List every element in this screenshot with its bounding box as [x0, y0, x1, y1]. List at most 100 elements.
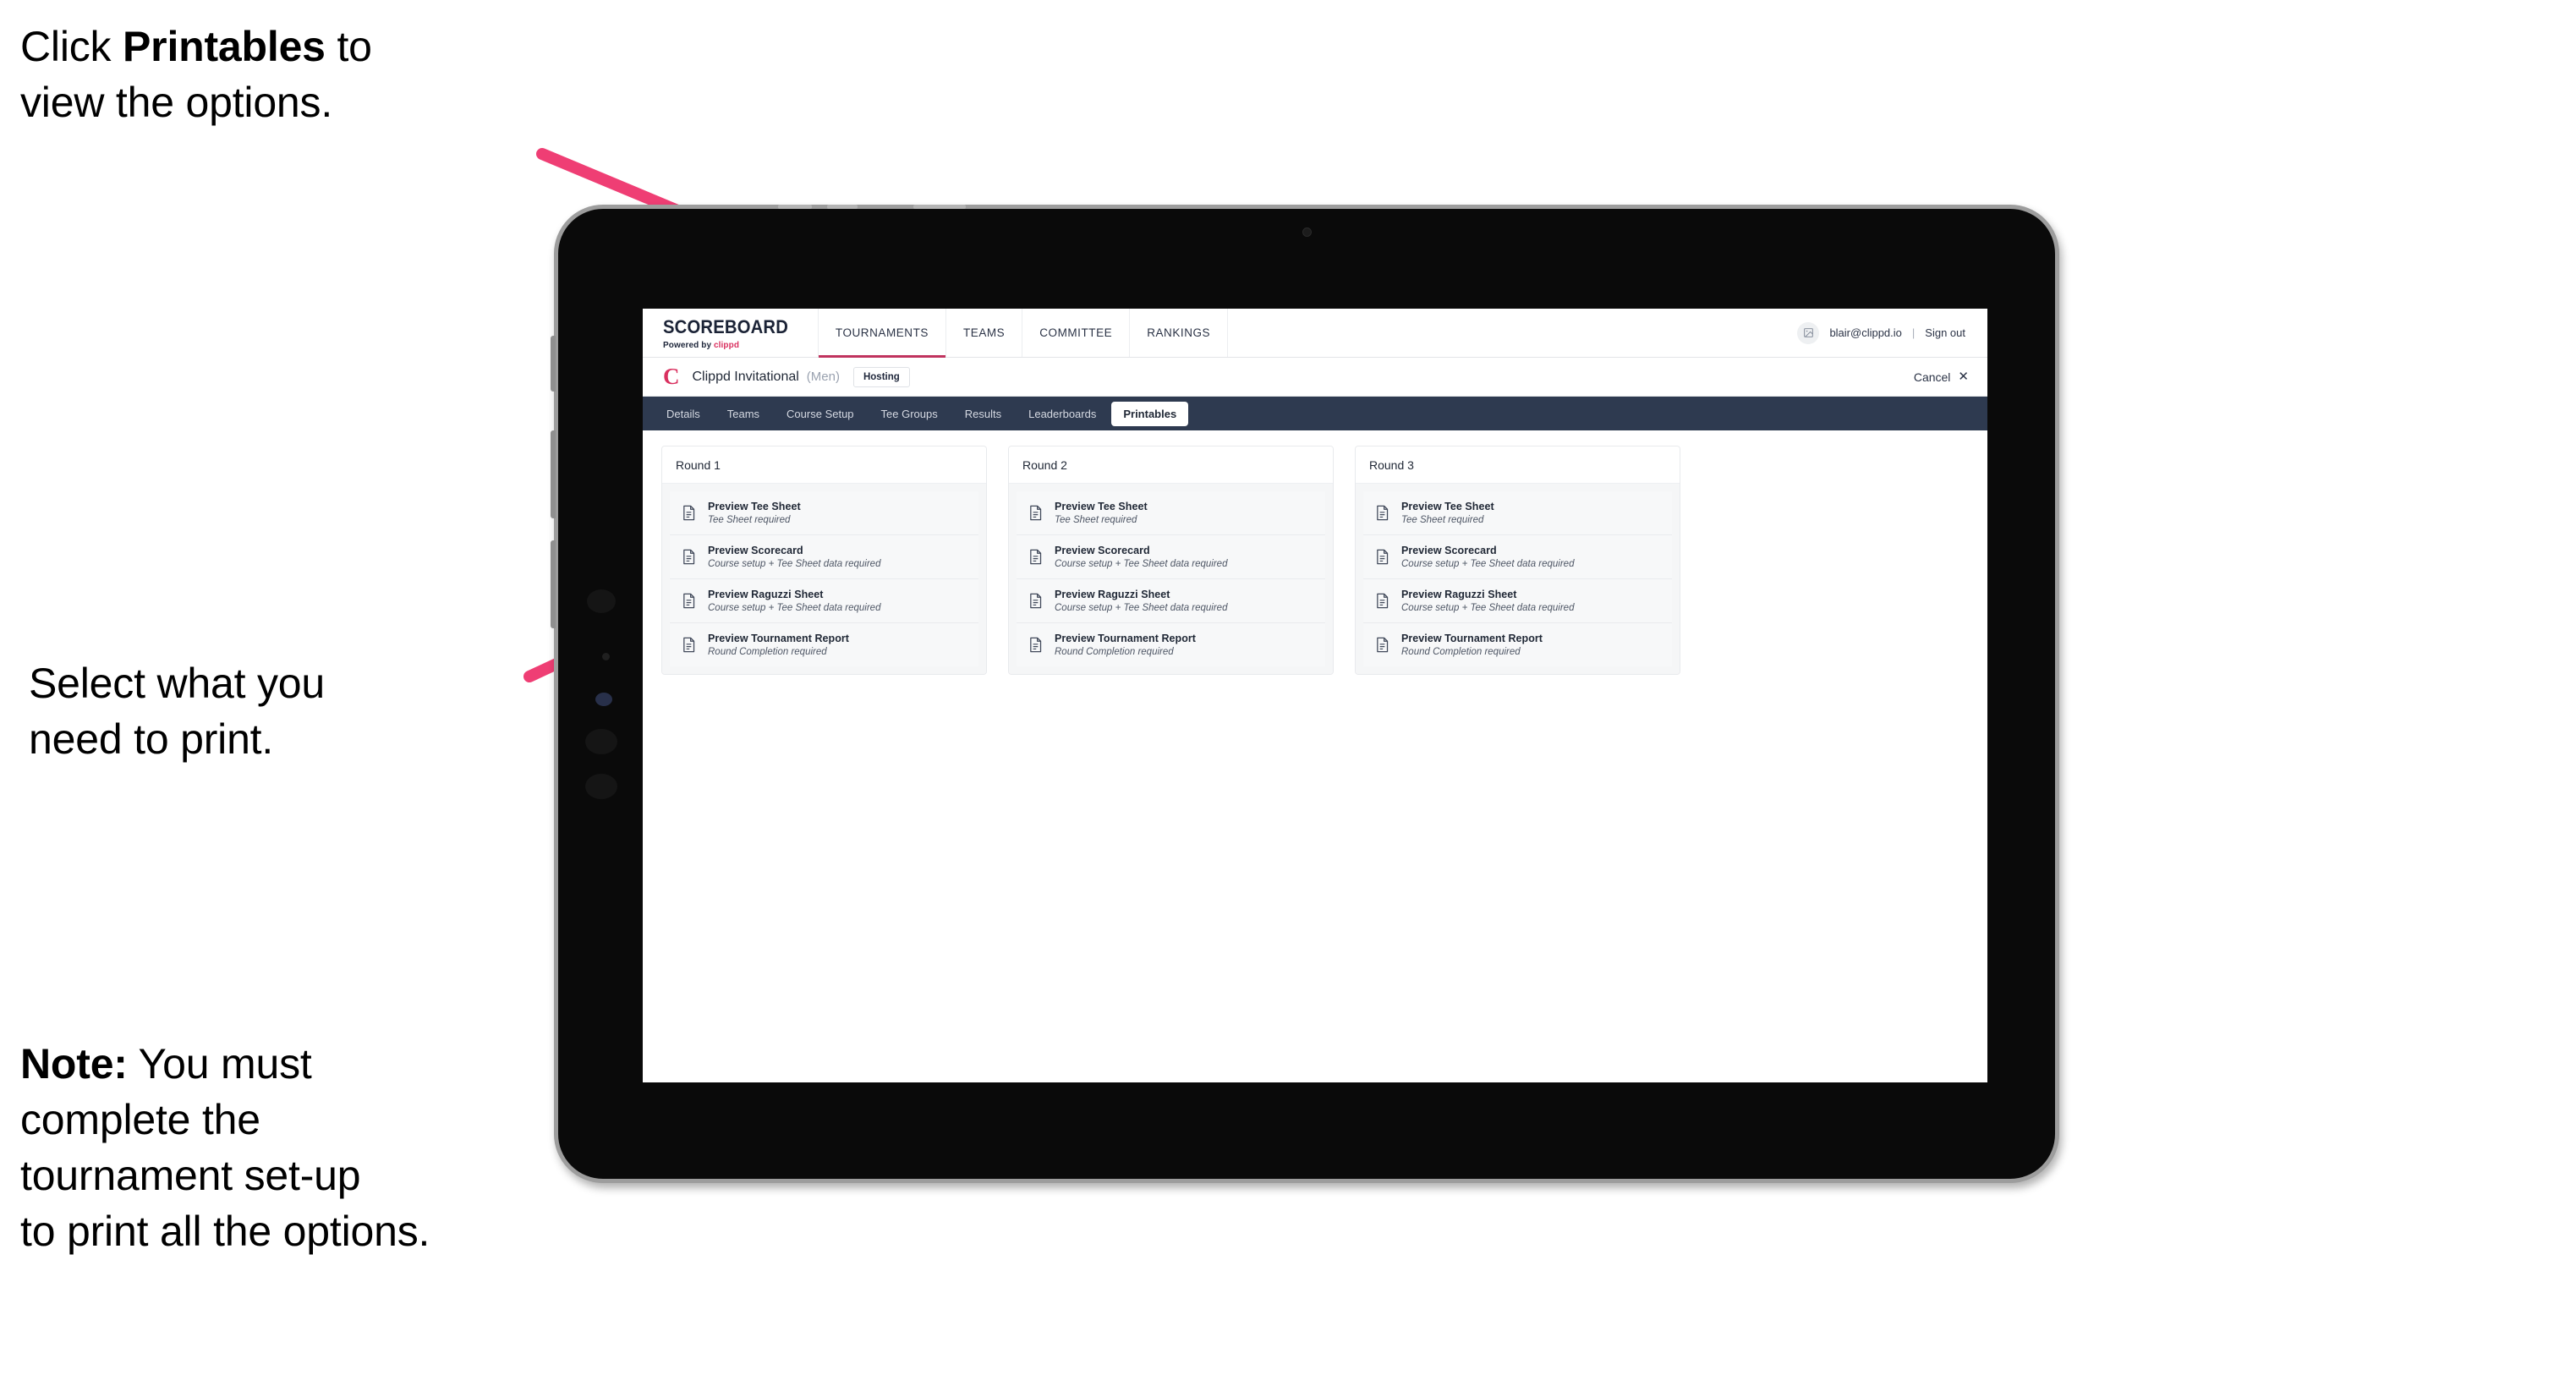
nav-item-label: TOURNAMENTS [835, 326, 929, 339]
round-item-list: Preview Tee Sheet Tee Sheet required Pre… [1009, 484, 1333, 674]
close-icon: ✕ [1958, 370, 1969, 384]
document-icon [680, 637, 697, 654]
tab-teams[interactable]: Teams [715, 402, 771, 426]
list-item[interactable]: Preview Raguzzi Sheet Course setup + Tee… [1017, 579, 1325, 623]
list-item[interactable]: Preview Tee Sheet Tee Sheet required [1017, 491, 1325, 535]
nav-item-tournaments[interactable]: TOURNAMENTS [818, 309, 946, 358]
speaker-slot [913, 205, 966, 209]
round-column: Round 2 Preview Tee Sheet Tee Sheet requ… [1008, 446, 1334, 675]
cancel-label: Cancel [1913, 370, 1951, 384]
list-item[interactable]: Preview Scorecard Course setup + Tee She… [1017, 535, 1325, 579]
document-icon [680, 593, 697, 610]
nav-item-label: RANKINGS [1147, 326, 1211, 339]
list-item[interactable]: Preview Raguzzi Sheet Course setup + Tee… [670, 579, 978, 623]
tab-label: Teams [726, 407, 760, 420]
account-area: blair@clippd.io | Sign out [1789, 309, 1987, 357]
tab-label: Course Setup [787, 407, 854, 420]
nav-item-committee[interactable]: COMMITTEE [1022, 309, 1131, 357]
volume-down-button[interactable] [551, 540, 556, 628]
camera-icon [1302, 227, 1312, 237]
document-icon [1027, 505, 1044, 522]
nav-item-label: COMMITTEE [1039, 326, 1113, 339]
sign-out-link[interactable]: Sign out [1925, 326, 1965, 339]
document-icon [1027, 549, 1044, 566]
list-item[interactable]: Preview Tournament Report Round Completi… [1363, 623, 1672, 666]
tab-label: Leaderboards [1028, 407, 1097, 420]
list-item-title: Preview Raguzzi Sheet [708, 589, 824, 600]
list-item-title: Preview Tee Sheet [1055, 501, 1148, 512]
hosting-badge: Hosting [852, 366, 910, 387]
callout-select-what-to-print: Select what you need to print. [29, 660, 325, 763]
round-column: Round 1 Preview Tee Sheet Tee Sheet requ… [661, 446, 987, 675]
document-icon [680, 549, 697, 566]
tab-tee-groups[interactable]: Tee Groups [869, 402, 950, 426]
list-item-requirement: Round Completion required [1055, 647, 1174, 657]
volume-up-button[interactable] [551, 430, 556, 518]
list-item-title: Preview Scorecard [1055, 545, 1150, 556]
clippd-mark: clippd [714, 340, 740, 350]
list-item[interactable]: Preview Tournament Report Round Completi… [670, 623, 978, 666]
list-item-requirement: Tee Sheet required [1055, 515, 1137, 525]
list-item-requirement: Round Completion required [1401, 647, 1521, 657]
round-item-list: Preview Tee Sheet Tee Sheet required Pre… [662, 484, 986, 674]
clippd-logo-icon: C [663, 364, 679, 389]
scoreboard-logo[interactable]: SCOREBOARD Powered by clippd [643, 309, 819, 357]
screenshot-root: Click Printables to view the options. Se… [0, 0, 2576, 1386]
brand-tagline-prefix: Powered by [663, 340, 715, 350]
cancel-button[interactable]: Cancel ✕ [1914, 370, 1969, 384]
round-item-list: Preview Tee Sheet Tee Sheet required Pre… [1356, 484, 1680, 674]
tab-printables[interactable]: Printables [1111, 401, 1189, 426]
list-item[interactable]: Preview Tournament Report Round Completi… [1017, 623, 1325, 666]
round-header: Round 2 [1009, 446, 1333, 484]
tab-leaderboards[interactable]: Leaderboards [1017, 402, 1108, 426]
printables-content: Round 1 Preview Tee Sheet Tee Sheet requ… [643, 430, 1987, 690]
tab-course-setup[interactable]: Course Setup [775, 402, 866, 426]
account-email: blair@clippd.io [1829, 326, 1902, 339]
list-item[interactable]: Preview Scorecard Course setup + Tee She… [1363, 535, 1672, 579]
speaker-slot [827, 205, 858, 209]
list-item-requirement: Course setup + Tee Sheet data required [1055, 603, 1228, 613]
list-item-requirement: Tee Sheet required [1401, 515, 1484, 525]
nav-item-teams[interactable]: TEAMS [946, 309, 1023, 357]
tab-results[interactable]: Results [953, 402, 1013, 426]
tournament-header-bar: C Clippd Invitational (Men) Hosting Canc… [643, 358, 1987, 397]
list-item-title: Preview Tournament Report [1055, 633, 1197, 644]
nav-item-label: TEAMS [962, 326, 1006, 339]
list-item-title: Preview Raguzzi Sheet [1055, 589, 1170, 600]
bezel-sensor-icon [585, 774, 617, 799]
document-icon [1373, 593, 1390, 610]
tab-label: Details [666, 407, 700, 420]
document-icon [680, 505, 697, 522]
tab-label: Results [964, 407, 1002, 420]
nav-item-rankings[interactable]: RANKINGS [1130, 309, 1229, 357]
round-column: Round 3 Preview Tee Sheet Tee Sheet requ… [1355, 446, 1680, 675]
document-icon [1027, 637, 1044, 654]
bezel-led-icon [595, 693, 612, 706]
list-item-requirement: Round Completion required [708, 647, 827, 657]
list-item[interactable]: Preview Tee Sheet Tee Sheet required [670, 491, 978, 535]
app-screen: SCOREBOARD Powered by clippd TOURNAMENTS… [643, 309, 1987, 1082]
avatar[interactable] [1797, 321, 1820, 344]
power-button[interactable] [551, 336, 556, 392]
tab-details[interactable]: Details [655, 402, 712, 426]
list-item-title: Preview Scorecard [708, 545, 803, 556]
document-icon [1373, 637, 1390, 654]
list-item-title: Preview Scorecard [1401, 545, 1497, 556]
tournament-name: Clippd Invitational [692, 369, 799, 384]
account-divider: | [1911, 326, 1916, 339]
list-item-requirement: Tee Sheet required [708, 515, 791, 525]
round-header: Round 1 [662, 446, 986, 484]
list-item-title: Preview Raguzzi Sheet [1401, 589, 1517, 600]
tablet-device: SCOREBOARD Powered by clippd TOURNAMENTS… [551, 205, 2059, 1183]
brand-tagline: Powered by clippd [663, 341, 799, 350]
list-item[interactable]: Preview Scorecard Course setup + Tee She… [670, 535, 978, 579]
document-icon [1027, 593, 1044, 610]
global-top-nav: SCOREBOARD Powered by clippd TOURNAMENTS… [643, 309, 1987, 358]
list-item[interactable]: Preview Tee Sheet Tee Sheet required [1363, 491, 1672, 535]
bezel-sensor-icon [602, 653, 610, 660]
brand-wordmark: SCOREBOARD [663, 315, 789, 337]
list-item[interactable]: Preview Raguzzi Sheet Course setup + Tee… [1363, 579, 1672, 623]
list-item-requirement: Course setup + Tee Sheet data required [1055, 559, 1228, 569]
bezel-sensor-icon [585, 729, 617, 754]
